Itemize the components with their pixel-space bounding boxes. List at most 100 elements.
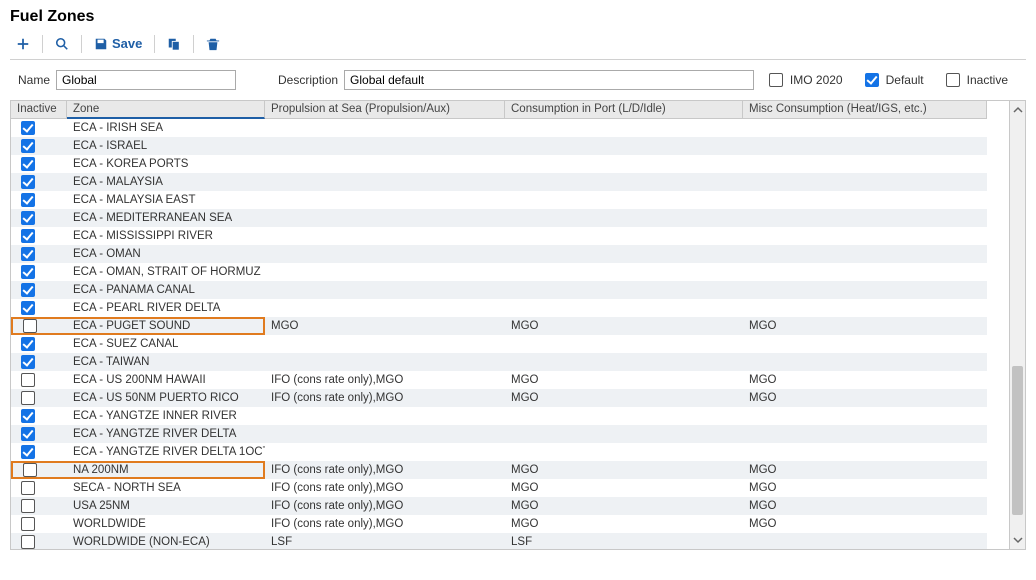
scroll-track[interactable]: [1010, 119, 1025, 531]
row-zone-cell[interactable]: ECA - PANAMA CANAL: [67, 281, 265, 299]
row-misc-cell[interactable]: MGO: [743, 497, 987, 515]
row-zone-cell[interactable]: ECA - TAIWAN: [67, 353, 265, 371]
row-consumption-cell[interactable]: [505, 443, 743, 461]
row-misc-cell[interactable]: [743, 353, 987, 371]
row-propulsion-cell[interactable]: [265, 191, 505, 209]
row-zone-cell[interactable]: ECA - MISSISSIPPI RIVER: [67, 227, 265, 245]
row-consumption-cell[interactable]: [505, 335, 743, 353]
default-checkbox[interactable]: [865, 73, 879, 87]
col-header-propulsion[interactable]: Propulsion at Sea (Propulsion/Aux): [265, 101, 505, 119]
row-misc-cell[interactable]: [743, 407, 987, 425]
scroll-up-button[interactable]: [1010, 101, 1025, 119]
row-inactive-checkbox[interactable]: [21, 229, 35, 243]
row-propulsion-cell[interactable]: [265, 137, 505, 155]
row-propulsion-cell[interactable]: [265, 443, 505, 461]
row-misc-cell[interactable]: [743, 119, 987, 137]
row-propulsion-cell[interactable]: IFO (cons rate only),MGO: [265, 371, 505, 389]
row-inactive-checkbox[interactable]: [21, 139, 35, 153]
row-propulsion-cell[interactable]: [265, 245, 505, 263]
row-inactive-cell[interactable]: [11, 443, 67, 461]
row-zone-cell[interactable]: ECA - YANGTZE INNER RIVER: [67, 407, 265, 425]
row-misc-cell[interactable]: [743, 227, 987, 245]
row-zone-cell[interactable]: ECA - SUEZ CANAL: [67, 335, 265, 353]
vertical-scrollbar[interactable]: [1009, 101, 1025, 549]
row-inactive-cell[interactable]: [11, 119, 67, 137]
row-inactive-checkbox[interactable]: [21, 481, 35, 495]
row-misc-cell[interactable]: [743, 281, 987, 299]
row-consumption-cell[interactable]: [505, 137, 743, 155]
row-consumption-cell[interactable]: [505, 407, 743, 425]
row-consumption-cell[interactable]: [505, 281, 743, 299]
row-consumption-cell[interactable]: MGO: [505, 371, 743, 389]
row-inactive-cell[interactable]: [11, 515, 67, 533]
row-inactive-checkbox[interactable]: [21, 301, 35, 315]
row-consumption-cell[interactable]: [505, 353, 743, 371]
row-inactive-checkbox[interactable]: [21, 517, 35, 531]
row-propulsion-cell[interactable]: [265, 155, 505, 173]
row-inactive-checkbox[interactable]: [21, 265, 35, 279]
row-zone-cell[interactable]: ECA - MALAYSIA EAST: [67, 191, 265, 209]
row-consumption-cell[interactable]: MGO: [505, 317, 743, 335]
row-propulsion-cell[interactable]: [265, 263, 505, 281]
row-inactive-cell[interactable]: [11, 425, 67, 443]
row-zone-cell[interactable]: ECA - MEDITERRANEAN SEA: [67, 209, 265, 227]
row-propulsion-cell[interactable]: IFO (cons rate only),MGO: [265, 515, 505, 533]
col-header-consumption[interactable]: Consumption in Port (L/D/Idle): [505, 101, 743, 119]
row-zone-cell[interactable]: NA 200NM: [67, 461, 265, 479]
row-consumption-cell[interactable]: [505, 245, 743, 263]
row-inactive-checkbox[interactable]: [21, 211, 35, 225]
row-inactive-checkbox[interactable]: [23, 319, 37, 333]
add-button[interactable]: [10, 35, 36, 53]
row-misc-cell[interactable]: [743, 443, 987, 461]
row-inactive-cell[interactable]: [11, 137, 67, 155]
row-propulsion-cell[interactable]: IFO (cons rate only),MGO: [265, 497, 505, 515]
row-misc-cell[interactable]: [743, 245, 987, 263]
row-inactive-checkbox[interactable]: [21, 193, 35, 207]
save-button[interactable]: Save: [88, 34, 148, 53]
row-consumption-cell[interactable]: [505, 119, 743, 137]
inactive-checkbox-wrap[interactable]: Inactive: [942, 70, 1008, 90]
row-propulsion-cell[interactable]: IFO (cons rate only),MGO: [265, 461, 505, 479]
row-inactive-cell[interactable]: [11, 245, 67, 263]
row-inactive-checkbox[interactable]: [21, 373, 35, 387]
col-header-zone[interactable]: Zone: [67, 101, 265, 119]
row-zone-cell[interactable]: ECA - OMAN: [67, 245, 265, 263]
row-zone-cell[interactable]: SECA - NORTH SEA: [67, 479, 265, 497]
row-propulsion-cell[interactable]: IFO (cons rate only),MGO: [265, 479, 505, 497]
row-propulsion-cell[interactable]: [265, 407, 505, 425]
row-consumption-cell[interactable]: [505, 191, 743, 209]
row-zone-cell[interactable]: ECA - US 200NM HAWAII: [67, 371, 265, 389]
row-inactive-cell[interactable]: [11, 353, 67, 371]
row-propulsion-cell[interactable]: [265, 299, 505, 317]
row-zone-cell[interactable]: ECA - KOREA PORTS: [67, 155, 265, 173]
row-consumption-cell[interactable]: MGO: [505, 515, 743, 533]
row-misc-cell[interactable]: [743, 263, 987, 281]
row-misc-cell[interactable]: MGO: [743, 317, 987, 335]
row-misc-cell[interactable]: [743, 335, 987, 353]
row-zone-cell[interactable]: ECA - IRISH SEA: [67, 119, 265, 137]
row-inactive-cell[interactable]: [11, 371, 67, 389]
row-misc-cell[interactable]: MGO: [743, 371, 987, 389]
row-inactive-cell[interactable]: [11, 155, 67, 173]
row-inactive-checkbox[interactable]: [21, 283, 35, 297]
row-propulsion-cell[interactable]: IFO (cons rate only),MGO: [265, 389, 505, 407]
row-zone-cell[interactable]: WORLDWIDE: [67, 515, 265, 533]
row-zone-cell[interactable]: ECA - OMAN, STRAIT OF HORMUZ: [67, 263, 265, 281]
row-inactive-cell[interactable]: [11, 389, 67, 407]
name-input[interactable]: [56, 70, 236, 90]
row-inactive-checkbox[interactable]: [21, 121, 35, 135]
row-inactive-checkbox[interactable]: [21, 445, 35, 459]
row-inactive-cell[interactable]: [11, 227, 67, 245]
row-zone-cell[interactable]: WORLDWIDE (NON-ECA): [67, 533, 265, 549]
row-inactive-checkbox[interactable]: [23, 463, 37, 477]
row-misc-cell[interactable]: [743, 191, 987, 209]
row-inactive-checkbox[interactable]: [21, 175, 35, 189]
row-inactive-cell[interactable]: [11, 479, 67, 497]
row-zone-cell[interactable]: ECA - PUGET SOUND: [67, 317, 265, 335]
row-propulsion-cell[interactable]: [265, 335, 505, 353]
row-inactive-cell[interactable]: [11, 191, 67, 209]
row-misc-cell[interactable]: [743, 425, 987, 443]
row-propulsion-cell[interactable]: [265, 353, 505, 371]
row-misc-cell[interactable]: MGO: [743, 479, 987, 497]
row-consumption-cell[interactable]: [505, 155, 743, 173]
